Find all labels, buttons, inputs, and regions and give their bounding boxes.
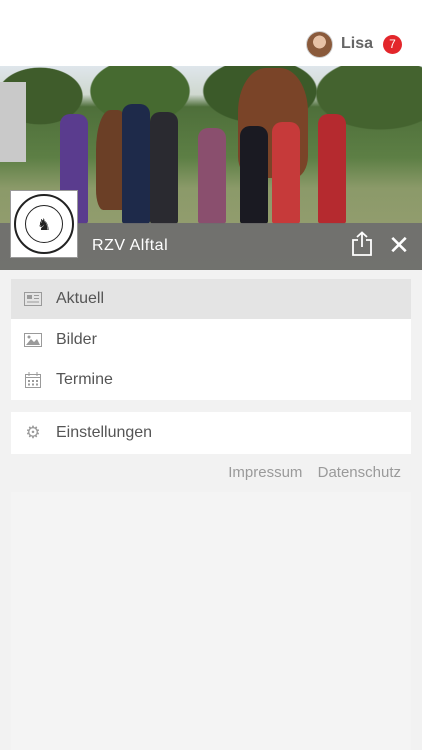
calendar-icon: [24, 371, 42, 389]
menu-item-label: Einstellungen: [56, 424, 153, 441]
photo-trailer: [0, 82, 26, 162]
menu-item-einstellungen[interactable]: ⚙ Einstellungen: [11, 412, 411, 454]
menu-item-aktuell[interactable]: Aktuell: [11, 279, 411, 319]
club-logo: ♞: [10, 190, 78, 258]
avatar[interactable]: [305, 30, 333, 58]
photo-person: [272, 122, 300, 224]
menu-item-termine[interactable]: Termine: [11, 360, 411, 400]
photo-person: [318, 114, 346, 224]
notification-badge[interactable]: 7: [383, 34, 402, 54]
top-bar: Lisa 7: [0, 0, 422, 66]
user-name[interactable]: Lisa: [341, 35, 373, 53]
club-name: RZV Alftal: [92, 237, 169, 254]
horse-head-icon: ♞: [25, 205, 63, 243]
gear-icon: ⚙: [25, 423, 41, 442]
photo-person: [122, 104, 150, 224]
newspaper-icon: [24, 290, 42, 308]
settings-menu: ⚙ Einstellungen: [11, 412, 411, 454]
photo-person: [198, 128, 226, 224]
image-icon: [24, 331, 42, 349]
main-menu: Aktuell Bilder Termine: [11, 279, 411, 400]
user-profile[interactable]: Lisa 7: [305, 30, 402, 58]
menu-item-bilder[interactable]: Bilder: [11, 320, 411, 360]
menu-item-label: Termine: [56, 371, 113, 388]
photo-person: [240, 126, 268, 224]
photo-person: [150, 112, 178, 224]
datenschutz-link[interactable]: Datenschutz: [318, 464, 401, 481]
impressum-link[interactable]: Impressum: [228, 464, 302, 481]
footer-links: Impressum Datenschutz: [228, 464, 401, 481]
share-icon[interactable]: [351, 231, 373, 257]
empty-content-area: [11, 492, 411, 750]
logo-seal: ♞: [14, 194, 74, 254]
menu-item-label: Aktuell: [56, 290, 105, 307]
close-icon[interactable]: ✕: [388, 232, 410, 258]
menu-item-label: Bilder: [56, 330, 97, 348]
